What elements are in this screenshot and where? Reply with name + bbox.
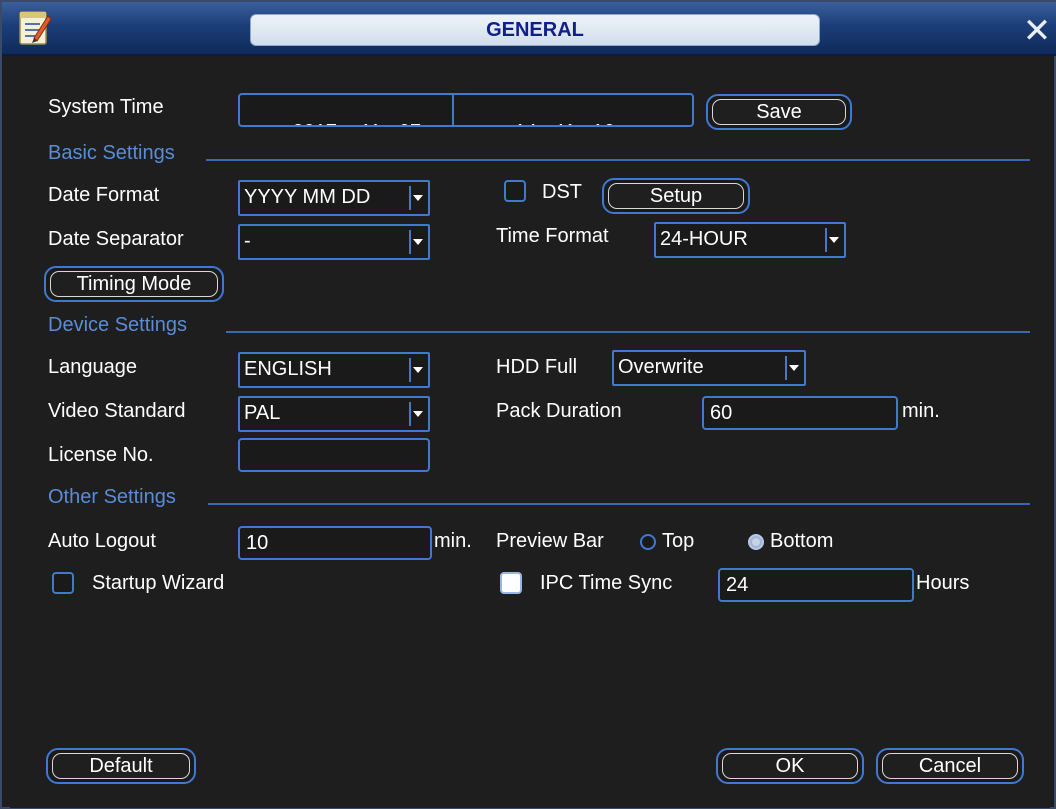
- license-label: License No.: [48, 444, 154, 466]
- cancel-button[interactable]: Cancel: [876, 748, 1024, 784]
- preview-top-radio[interactable]: [640, 534, 656, 550]
- auto-logout-input[interactable]: 10: [238, 526, 432, 560]
- startup-wizard-label: Startup Wizard: [92, 572, 225, 594]
- date-format-select[interactable]: YYYY MM DD: [238, 180, 430, 216]
- chevron-down-icon[interactable]: [825, 228, 841, 252]
- device-settings-header: Device Settings: [48, 314, 187, 336]
- date-value[interactable]: 2017 - 11 - 07: [248, 98, 421, 125]
- settings-body: System Time 2017 - 11 - 07 14 : 41 : 16 …: [10, 58, 1050, 808]
- system-time-field[interactable]: 2017 - 11 - 07 14 : 41 : 16: [238, 93, 694, 127]
- title-bar: GENERAL ✕: [2, 2, 1056, 56]
- time-value[interactable]: 14 : 41 : 16: [470, 98, 614, 125]
- preview-bottom-label: Bottom: [770, 530, 834, 552]
- time-second[interactable]: 16: [592, 121, 614, 125]
- preview-bottom-radio[interactable]: [748, 534, 764, 550]
- startup-wizard-checkbox[interactable]: [52, 572, 74, 594]
- date-year[interactable]: 2017: [292, 121, 337, 125]
- video-standard-label: Video Standard: [48, 400, 186, 422]
- chevron-down-icon[interactable]: [409, 358, 425, 382]
- pack-duration-unit: min.: [902, 400, 940, 422]
- chevron-down-icon[interactable]: [409, 230, 425, 254]
- other-settings-divider: [208, 503, 1030, 505]
- timing-mode-button-label: Timing Mode: [50, 271, 218, 297]
- time-format-label: Time Format: [496, 225, 609, 247]
- time-format-value: 24-HOUR: [660, 228, 748, 250]
- language-select[interactable]: ENGLISH: [238, 352, 430, 388]
- date-day[interactable]: 07: [399, 121, 421, 125]
- other-settings-header: Other Settings: [48, 486, 176, 508]
- time-hour[interactable]: 14: [514, 121, 536, 125]
- pack-duration-input[interactable]: 60: [702, 396, 898, 430]
- hdd-full-value: Overwrite: [618, 356, 704, 378]
- language-label: Language: [48, 356, 137, 378]
- chevron-down-icon[interactable]: [409, 402, 425, 426]
- ipc-time-sync-input[interactable]: 24: [718, 568, 914, 602]
- ok-button-label: OK: [722, 753, 858, 779]
- video-standard-value: PAL: [244, 402, 281, 424]
- license-input[interactable]: [238, 438, 430, 472]
- auto-logout-label: Auto Logout: [48, 530, 156, 552]
- language-value: ENGLISH: [244, 358, 332, 380]
- window-title: GENERAL: [250, 14, 820, 46]
- basic-settings-header: Basic Settings: [48, 142, 175, 164]
- basic-settings-divider: [206, 159, 1030, 161]
- date-format-value: YYYY MM DD: [244, 186, 371, 208]
- preview-bar-label: Preview Bar: [496, 530, 604, 552]
- general-window: GENERAL ✕ System Time 2017 - 11 - 07 14 …: [0, 0, 1056, 809]
- setup-button-label: Setup: [608, 183, 744, 209]
- date-separator-value: -: [244, 230, 251, 252]
- default-button-label: Default: [52, 753, 190, 779]
- system-time-label: System Time: [48, 96, 164, 118]
- setup-button[interactable]: Setup: [602, 178, 750, 214]
- auto-logout-unit: min.: [434, 530, 472, 552]
- video-standard-select[interactable]: PAL: [238, 396, 430, 432]
- date-separator-label: Date Separator: [48, 228, 184, 250]
- date-separator-select[interactable]: -: [238, 224, 430, 260]
- save-button[interactable]: Save: [706, 94, 852, 130]
- dst-label: DST: [542, 181, 582, 203]
- chevron-down-icon[interactable]: [409, 186, 425, 210]
- ok-button[interactable]: OK: [716, 748, 864, 784]
- default-button[interactable]: Default: [46, 748, 196, 784]
- preview-top-label: Top: [662, 530, 695, 552]
- time-format-select[interactable]: 24-HOUR: [654, 222, 846, 258]
- close-icon[interactable]: ✕: [1022, 14, 1052, 48]
- hdd-full-select[interactable]: Overwrite: [612, 350, 806, 386]
- ipc-time-sync-checkbox[interactable]: [500, 572, 522, 594]
- device-settings-divider: [226, 331, 1030, 333]
- pack-duration-label: Pack Duration: [496, 400, 622, 422]
- time-minute[interactable]: 41: [553, 121, 575, 125]
- date-month[interactable]: 11: [360, 121, 381, 125]
- app-settings-icon: [19, 11, 52, 45]
- ipc-time-sync-unit: Hours: [916, 572, 970, 594]
- ipc-time-sync-label: IPC Time Sync: [540, 572, 673, 594]
- date-time-divider: [452, 95, 454, 125]
- cancel-button-label: Cancel: [882, 753, 1018, 779]
- timing-mode-button[interactable]: Timing Mode: [44, 266, 224, 302]
- chevron-down-icon[interactable]: [785, 356, 801, 380]
- hdd-full-label: HDD Full: [496, 356, 578, 378]
- dst-checkbox[interactable]: [504, 180, 526, 202]
- date-format-label: Date Format: [48, 184, 160, 206]
- save-button-label: Save: [712, 99, 846, 125]
